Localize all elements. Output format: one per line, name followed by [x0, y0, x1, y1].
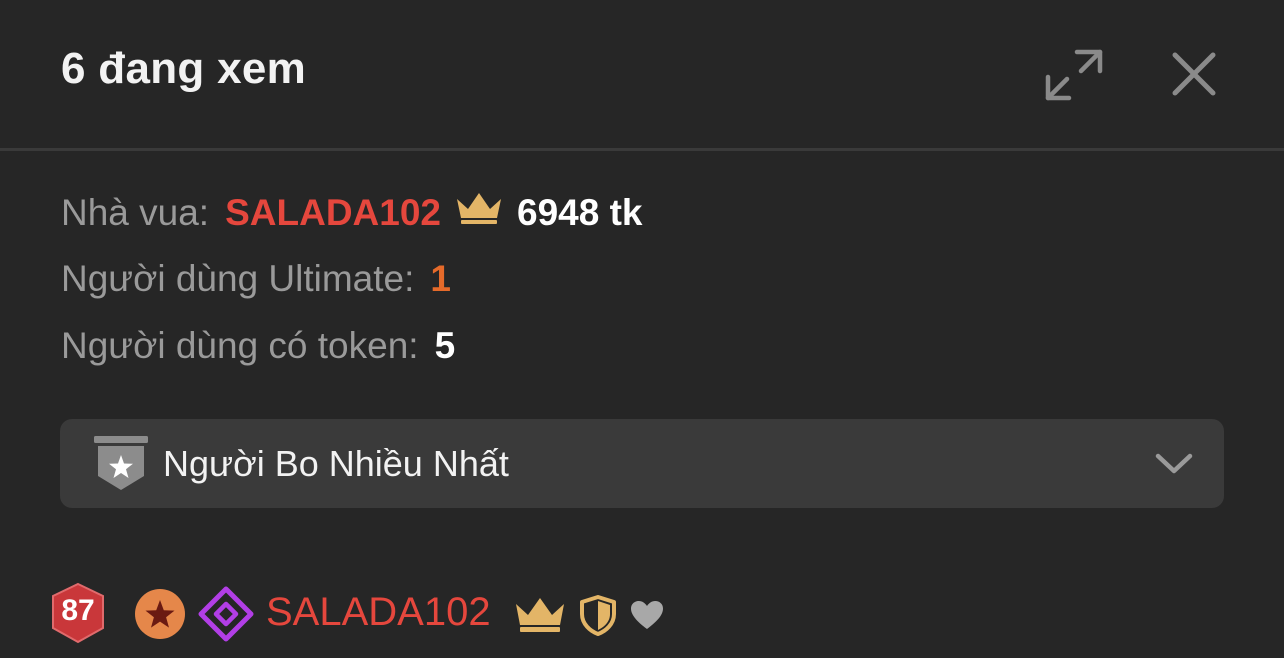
ultimate-row: Người dùng Ultimate: 1	[61, 258, 451, 300]
crown-icon	[455, 191, 503, 234]
chevron-down-icon	[1154, 448, 1194, 483]
viewers-title: 6 đang xem	[61, 44, 307, 93]
ultimate-count: 1	[430, 258, 451, 299]
close-button[interactable]	[1164, 44, 1224, 104]
token-users-row: Người dùng có token: 5	[61, 325, 455, 367]
list-item[interactable]: 87 SALADA102	[48, 582, 748, 644]
king-username[interactable]: SALADA102	[225, 192, 441, 234]
heart-icon	[629, 599, 665, 636]
star-badge-icon	[134, 588, 186, 645]
token-users-count: 5	[434, 325, 456, 366]
diamond-badge-icon	[198, 586, 254, 647]
modal-header: 6 đang xem	[0, 0, 1284, 151]
king-tokens: 6948 tk	[517, 191, 643, 233]
ultimate-label: Người dùng Ultimate:	[61, 258, 415, 299]
dropdown-label: Người Bo Nhiều Nhất	[163, 443, 509, 484]
crown-icon	[514, 596, 566, 639]
token-users-label: Người dùng có token:	[61, 325, 419, 366]
king-row: Nhà vua: SALADA102 6948 tk	[61, 191, 643, 234]
level-value: 87	[61, 594, 95, 627]
top-tippers-dropdown[interactable]: Người Bo Nhiều Nhất	[60, 419, 1224, 508]
star-banner-icon	[94, 436, 148, 497]
king-label: Nhà vua:	[61, 191, 210, 233]
expand-button[interactable]	[1044, 44, 1104, 104]
shield-icon	[578, 594, 618, 641]
close-icon	[1172, 52, 1216, 96]
username[interactable]: SALADA102	[266, 590, 491, 635]
expand-arrows-icon	[1045, 49, 1103, 101]
